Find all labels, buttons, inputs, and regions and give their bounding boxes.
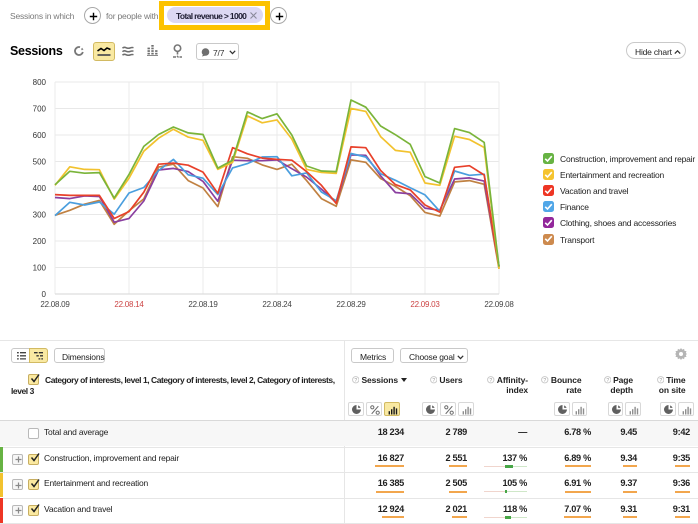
svg-text:22.08.19: 22.08.19 bbox=[188, 300, 218, 309]
svg-text:?: ? bbox=[354, 378, 357, 384]
svg-text:700: 700 bbox=[33, 105, 47, 114]
svg-text:800: 800 bbox=[33, 78, 47, 87]
svg-text:?: ? bbox=[432, 378, 435, 384]
svg-text:22.08.09: 22.08.09 bbox=[40, 300, 70, 309]
svg-text:22.09.08: 22.09.08 bbox=[484, 300, 514, 309]
svg-text:300: 300 bbox=[33, 211, 47, 220]
svg-text:22.08.29: 22.08.29 bbox=[336, 300, 366, 309]
svg-text:22.08.14: 22.08.14 bbox=[114, 300, 144, 309]
svg-text:22.09.03: 22.09.03 bbox=[410, 300, 440, 309]
svg-text:500: 500 bbox=[33, 158, 47, 167]
svg-text:200: 200 bbox=[33, 237, 47, 246]
svg-text:100: 100 bbox=[33, 264, 47, 273]
svg-text:?: ? bbox=[659, 378, 662, 384]
svg-text:22.08.24: 22.08.24 bbox=[262, 300, 292, 309]
svg-text:0: 0 bbox=[42, 290, 47, 299]
svg-text:600: 600 bbox=[33, 131, 47, 140]
svg-text:400: 400 bbox=[33, 184, 47, 193]
